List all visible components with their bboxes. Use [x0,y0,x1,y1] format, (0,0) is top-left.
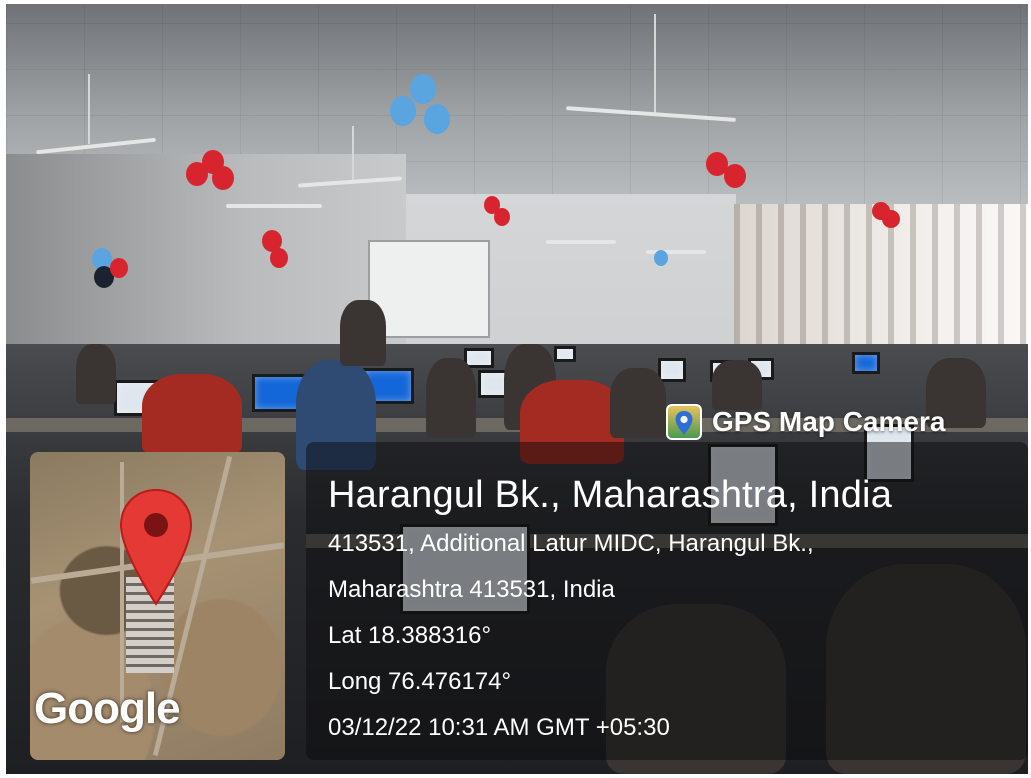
timestamp: 03/12/22 10:31 AM GMT +05:30 [328,714,670,741]
gps-overlay: GPS Map Camera Google Harangul Bk., Maha… [30,404,1028,762]
student [610,368,666,438]
student [340,300,386,366]
monitor [554,346,576,362]
balloon-icon [410,74,436,104]
map-pin-icon [119,488,193,606]
balloon-icon [270,248,288,268]
monitor [852,352,880,374]
latitude: Lat 18.388316° [328,622,492,649]
longitude: Long 76.476174° [328,668,512,695]
fan-rod [352,126,354,182]
whiteboard [368,240,490,338]
monitor [658,358,686,382]
address-line-2: Maharashtra 413531, India [328,576,615,603]
fan-rod [654,14,656,114]
map-thumbnail: Google [30,452,285,760]
balloon-icon [724,164,746,188]
balloon-icon [390,96,416,126]
balloon-icon [424,104,450,134]
location-info-panel: Harangul Bk., Maharashtra, India 413531,… [306,442,1028,760]
photo-frame: GPS Map Camera Google Harangul Bk., Maha… [6,4,1028,774]
google-wordmark: Google [34,684,181,733]
balloon-icon [212,166,234,190]
student [712,360,762,410]
balloon-icon [882,210,900,228]
balloon-icon [654,250,668,266]
ceiling-fan-icon [546,240,616,244]
gps-map-camera-badge: GPS Map Camera [666,404,945,440]
fan-rod [88,74,90,144]
brand-label: GPS Map Camera [712,406,946,437]
ceiling-fan-icon [226,204,322,208]
map-pin-camera-icon [666,404,702,440]
balloon-icon [110,258,128,278]
student [76,344,116,404]
balloon-icon [494,208,510,226]
place-title: Harangul Bk., Maharashtra, India [328,474,893,516]
address-line-1: 413531, Additional Latur MIDC, Harangul … [328,530,814,557]
student [426,358,476,438]
